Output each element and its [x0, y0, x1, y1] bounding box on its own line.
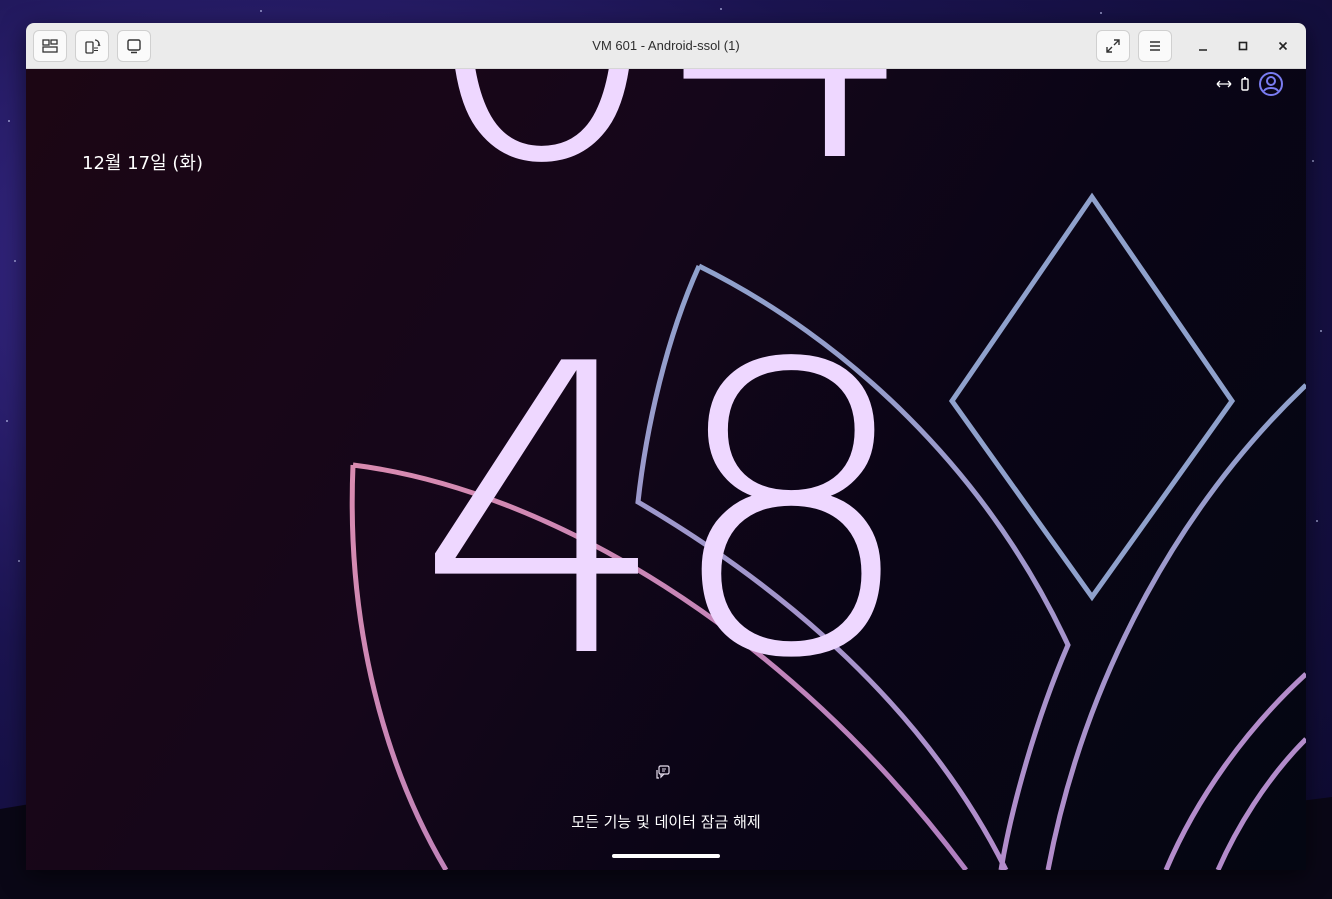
maximize-icon [1238, 41, 1248, 51]
close-button[interactable] [1271, 34, 1295, 58]
fullscreen-button[interactable] [1096, 30, 1130, 62]
display-icon [127, 39, 141, 54]
minimize-button[interactable] [1191, 34, 1215, 58]
android-lockscreen[interactable]: 12월 17일 (화) 04 48 모든 기능 및 데이터 잠금 해제 [26, 69, 1306, 870]
vm-window: VM 601 - Android-ssol (1) 12월 17일 (화) 48… [26, 23, 1306, 870]
clock-minutes: 48 [415, 281, 919, 746]
minimize-icon [1199, 49, 1207, 51]
multi-window-icon [42, 39, 58, 53]
status-bar [1216, 71, 1284, 97]
rotate-screen-button[interactable] [75, 30, 109, 62]
star [1100, 12, 1102, 14]
star [6, 420, 8, 422]
home-gesture-handle[interactable] [612, 854, 720, 858]
star [720, 8, 722, 10]
multi-window-button[interactable] [33, 30, 67, 62]
rotate-screen-icon [85, 39, 101, 54]
battery-icon [1241, 77, 1249, 91]
star [8, 120, 10, 122]
user-avatar-icon[interactable] [1258, 71, 1284, 97]
maximize-button[interactable] [1231, 34, 1255, 58]
hamburger-menu-button[interactable] [1138, 30, 1172, 62]
clock-hours: 04 [404, 69, 924, 219]
hamburger-menu-icon [1150, 41, 1160, 51]
window-titlebar[interactable]: VM 601 - Android-ssol (1) [26, 23, 1306, 69]
lockscreen-date: 12월 17일 (화) [82, 153, 203, 174]
fullscreen-icon [1106, 39, 1120, 53]
display-button[interactable] [117, 30, 151, 62]
feedback-icon[interactable] [654, 764, 672, 782]
star [1320, 330, 1322, 332]
unlock-prompt[interactable]: 모든 기능 및 데이터 잠금 해제 [26, 811, 1306, 832]
star [18, 560, 20, 562]
close-icon [1278, 41, 1288, 51]
star [1312, 160, 1314, 162]
star [14, 260, 16, 262]
data-transfer-icon [1216, 80, 1232, 88]
star [1316, 520, 1318, 522]
star [260, 10, 262, 12]
